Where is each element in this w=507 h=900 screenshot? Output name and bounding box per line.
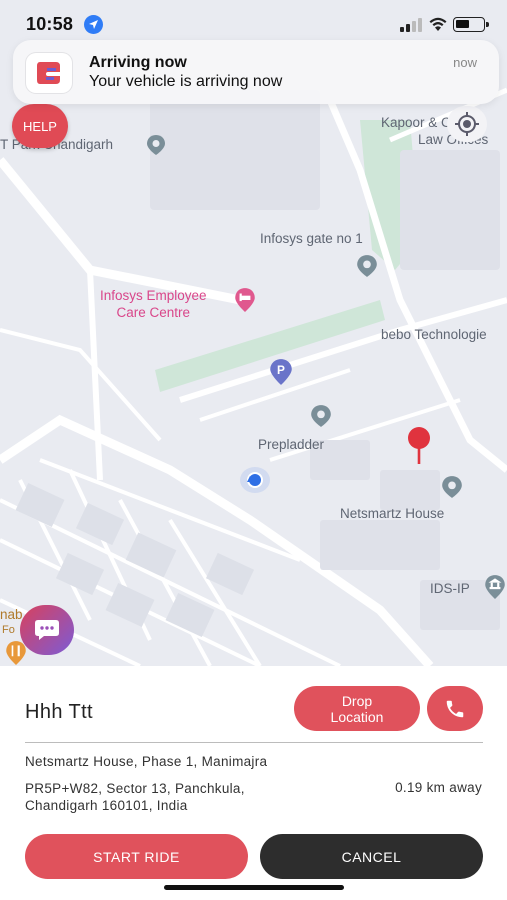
- recenter-button[interactable]: [447, 106, 487, 142]
- location-arrow-icon: [84, 15, 103, 34]
- map-label-infosys-gate: Infosys gate no 1: [260, 231, 363, 246]
- home-indicator[interactable]: [164, 885, 344, 890]
- map-label-prepladder: Prepladder: [258, 437, 325, 452]
- divider: [25, 742, 483, 743]
- drop-location-label: Drop Location: [330, 692, 384, 725]
- battery-icon: [453, 17, 489, 32]
- chat-button[interactable]: [20, 605, 74, 655]
- user-location-icon: [240, 467, 270, 493]
- museum-icon[interactable]: [483, 574, 507, 600]
- wifi-icon: [429, 17, 447, 31]
- chat-icon: [35, 620, 59, 640]
- cancel-button[interactable]: CANCEL: [260, 834, 483, 879]
- map-label-infosys-care: Infosys Employee Care Centre: [100, 287, 207, 321]
- notification-title: Arriving now: [89, 54, 187, 71]
- start-ride-button[interactable]: START RIDE: [25, 834, 248, 879]
- poi-pin-icon[interactable]: [440, 474, 464, 500]
- ride-details-sheet: Hhh Ttt Drop Location Netsmartz House, P…: [0, 666, 507, 900]
- map-label-left-edge-1: nab: [0, 607, 23, 622]
- poi-pin-icon[interactable]: [355, 253, 379, 279]
- recenter-icon: [455, 112, 479, 136]
- poi-pin-icon[interactable]: [145, 134, 167, 156]
- map-label-bebo: bebo Technologie: [381, 327, 487, 342]
- drop-location-button[interactable]: Drop Location: [294, 686, 420, 731]
- app-logo-icon: [26, 53, 72, 93]
- pickup-address-line2: PR5P+W82, Sector 13, Panchkula, Chandiga…: [25, 781, 245, 813]
- poi-pin-icon[interactable]: [309, 403, 333, 429]
- notification-body: Your vehicle is arriving now: [89, 73, 283, 90]
- hotel-icon[interactable]: [233, 287, 257, 313]
- driver-name: Hhh Ttt: [25, 701, 94, 723]
- phone-icon: [446, 700, 464, 717]
- pickup-address-line1: Netsmartz House, Phase 1, Manimajra: [25, 754, 268, 769]
- call-button[interactable]: [427, 686, 483, 731]
- map-label-infosys-care-line1: Infosys Employee: [100, 288, 207, 303]
- notification-time: now: [453, 55, 477, 70]
- help-button[interactable]: HELP: [12, 104, 68, 148]
- dest-pin-icon: [408, 427, 430, 464]
- map-label-infosys-care-line2: Care Centre: [116, 305, 191, 320]
- status-time: 10:58: [26, 14, 74, 34]
- map-label-netsmartz: Netsmartz House: [340, 506, 445, 521]
- parking-icon[interactable]: P: [268, 358, 294, 386]
- cellular-signal-icon: [400, 18, 422, 32]
- push-notification[interactable]: Arriving now Your vehicle is arriving no…: [13, 40, 499, 104]
- map-label-left-edge-2: Fo: [2, 624, 15, 636]
- svg-text:P: P: [277, 363, 285, 377]
- distance-away: 0.19 km away: [395, 780, 482, 795]
- map-label-ids-ip: IDS-IP: [430, 581, 470, 596]
